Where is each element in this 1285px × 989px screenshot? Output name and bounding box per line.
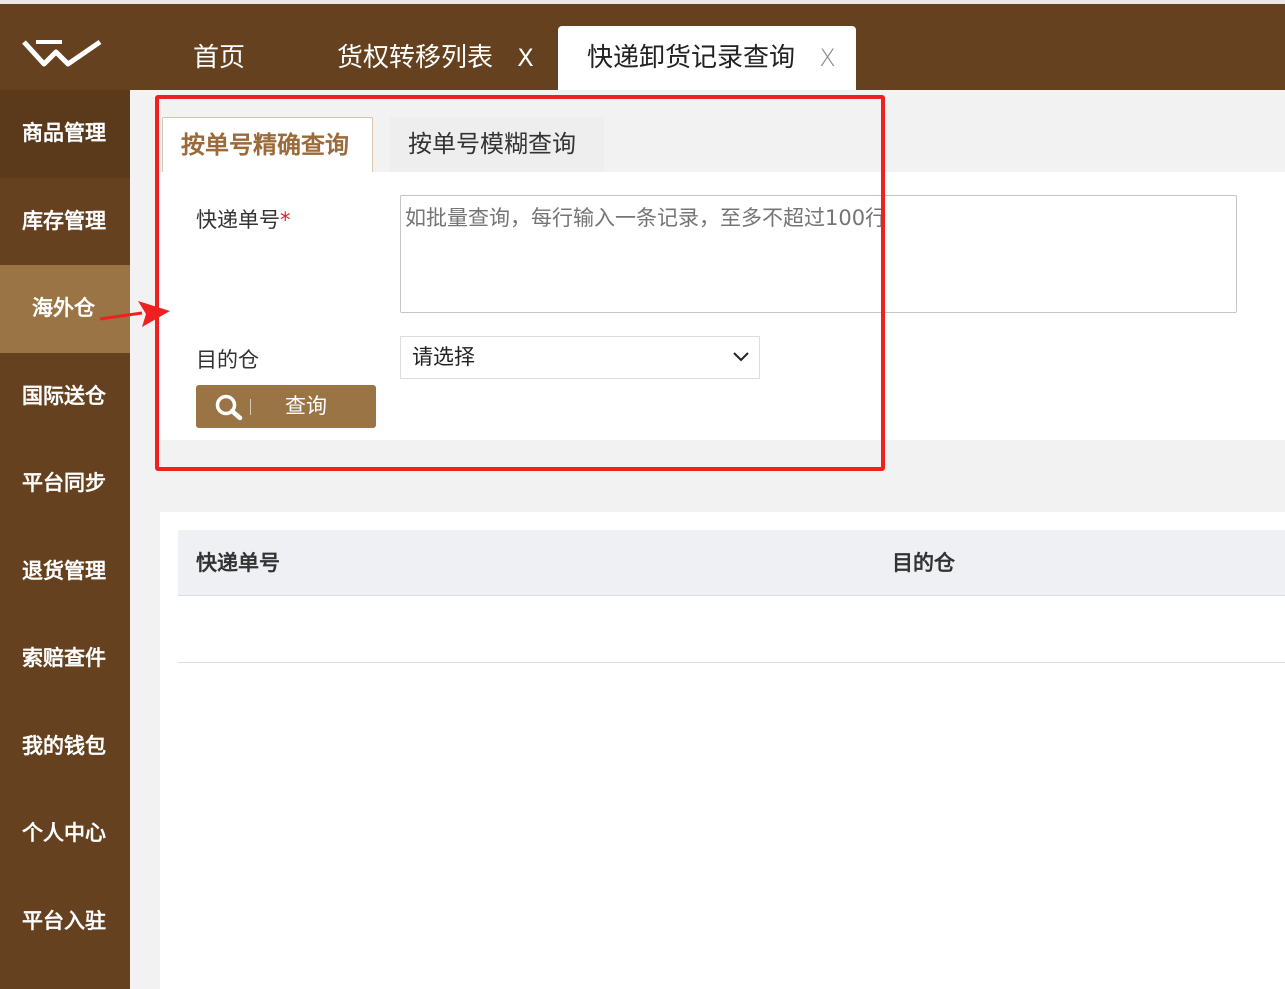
tab-goods-transfer-list-label: 货权转移列表 — [337, 43, 494, 73]
logo — [22, 39, 102, 67]
required-mark: * — [280, 208, 291, 232]
column-header-tracking-number: 快递单号 — [196, 551, 280, 575]
sidebar-item-international-delivery[interactable]: 国际送仓 — [0, 353, 130, 441]
annotation-arrow-icon — [99, 301, 170, 327]
tab-goods-transfer-list[interactable]: 货权转移列表 X — [337, 26, 534, 94]
sidebar-item-inventory-management[interactable]: 库存管理 — [0, 178, 130, 266]
tab-express-unload-query[interactable]: 快递卸货记录查询 X — [558, 26, 856, 94]
table-header: 快递单号 目的仓 — [178, 530, 1285, 596]
sidebar-item-platform-onboarding[interactable]: 平台入驻 — [0, 878, 130, 966]
tracking-number-label-text: 快递单号 — [196, 208, 280, 232]
destination-warehouse-select[interactable]: 请选择 — [400, 336, 760, 379]
tracking-number-label: 快递单号* — [196, 204, 291, 234]
close-icon[interactable]: X — [517, 26, 533, 90]
sidebar-item-label: 平台同步 — [22, 471, 106, 495]
sidebar: 商品管理 库存管理 海外仓 国际送仓 平台同步 退货管理 索赔查件 我的钱包 个… — [0, 90, 130, 989]
tab-exact-query[interactable]: 按单号精确查询 — [162, 117, 373, 172]
search-icon — [215, 394, 243, 421]
query-button-label: 查询 — [285, 394, 327, 418]
sidebar-item-label: 海外仓 — [32, 296, 95, 320]
close-icon[interactable]: X — [819, 26, 835, 90]
sidebar-item-label: 国际送仓 — [22, 383, 106, 408]
sidebar-item-my-wallet[interactable]: 我的钱包 — [0, 703, 130, 791]
query-button[interactable]: 查询 — [196, 385, 376, 428]
sidebar-item-platform-sync[interactable]: 平台同步 — [0, 440, 130, 528]
sidebar-item-label: 索赔查件 — [22, 646, 106, 670]
chevron-down-icon — [733, 352, 749, 362]
button-divider — [250, 399, 251, 415]
sidebar-item-label: 平台入驻 — [22, 908, 106, 933]
query-panel: 按单号精确查询 按单号模糊查询 快递单号* 目的仓 请选择 查询 — [160, 90, 1285, 440]
destination-warehouse-label: 目的仓 — [196, 348, 259, 372]
sidebar-item-claims[interactable]: 索赔查件 — [0, 615, 130, 703]
tab-express-unload-query-label: 快递卸货记录查询 — [587, 43, 796, 73]
results-table: 快递单号 目的仓 — [160, 512, 1285, 989]
sidebar-item-personal-center[interactable]: 个人中心 — [0, 790, 130, 878]
sidebar-item-product-management[interactable]: 商品管理 — [0, 90, 130, 178]
tab-home[interactable]: 首页 — [193, 26, 245, 94]
sidebar-item-label: 我的钱包 — [22, 733, 106, 758]
sidebar-item-returns-management[interactable]: 退货管理 — [0, 528, 130, 616]
sidebar-item-label: 退货管理 — [22, 558, 106, 583]
sidebar-item-label: 商品管理 — [22, 121, 106, 145]
sidebar-item-label: 库存管理 — [22, 208, 106, 233]
tab-home-label: 首页 — [193, 43, 246, 73]
tracking-number-input[interactable] — [400, 195, 1237, 313]
destination-warehouse-value: 请选择 — [412, 345, 475, 369]
top-bar: 首页 货权转移列表 X 快递卸货记录查询 X — [0, 0, 1285, 94]
sidebar-item-label: 个人中心 — [22, 821, 106, 845]
tab-fuzzy-query[interactable]: 按单号模糊查询 — [390, 117, 604, 172]
table-row — [178, 662, 1285, 663]
main-content: 按单号精确查询 按单号模糊查询 快递单号* 目的仓 请选择 查询 快递单号 目的… — [160, 90, 1285, 989]
column-header-destination-warehouse: 目的仓 — [892, 551, 955, 575]
